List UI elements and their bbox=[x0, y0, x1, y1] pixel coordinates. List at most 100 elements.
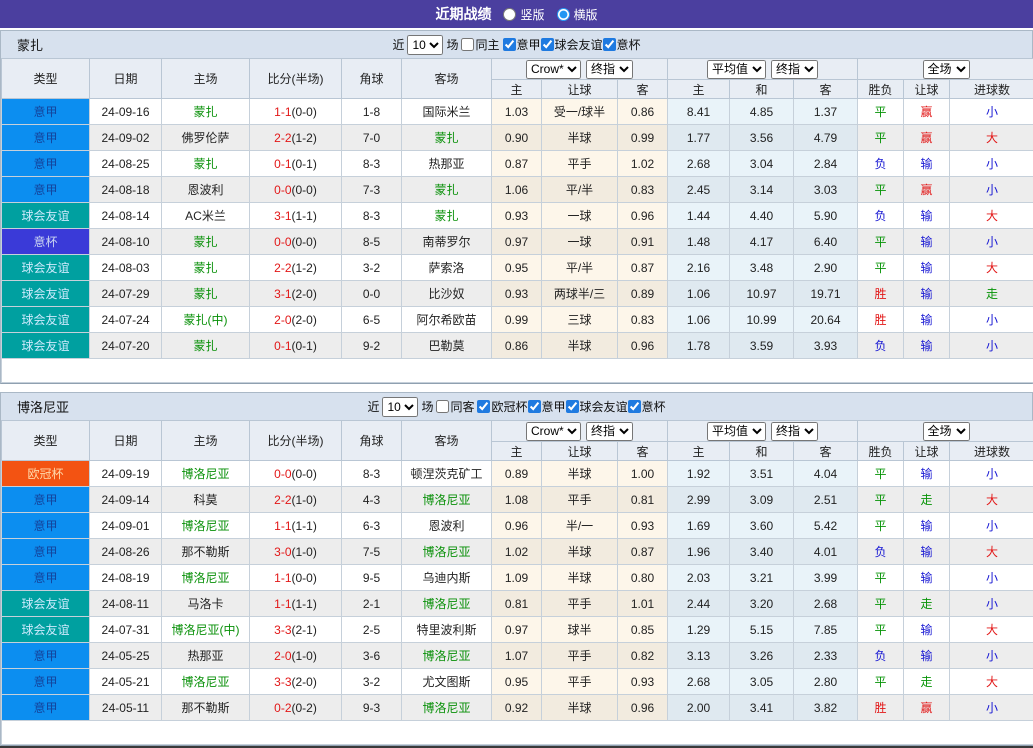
score-cell[interactable]: 3-3(2-0) bbox=[250, 669, 342, 695]
away-team-link[interactable]: 蒙扎 bbox=[402, 177, 492, 203]
home-team-link[interactable]: 蒙扎 bbox=[162, 255, 250, 281]
away-team-link[interactable]: 萨索洛 bbox=[402, 255, 492, 281]
league-checkbox-input[interactable] bbox=[628, 400, 641, 413]
away-odds: 0.87 bbox=[618, 539, 668, 565]
league-checkbox-input[interactable] bbox=[603, 38, 616, 51]
score-cell[interactable]: 2-0(1-0) bbox=[250, 643, 342, 669]
match-date: 24-05-21 bbox=[90, 669, 162, 695]
home-team-link[interactable]: 博洛尼亚(中) bbox=[162, 617, 250, 643]
score-cell[interactable]: 0-1(0-1) bbox=[250, 151, 342, 177]
home-team-link[interactable]: 那不勒斯 bbox=[162, 539, 250, 565]
home-team-link[interactable]: 热那亚 bbox=[162, 643, 250, 669]
score-cell[interactable]: 2-2(1-0) bbox=[250, 487, 342, 513]
league-filter-checkbox[interactable]: 意杯 bbox=[603, 36, 641, 53]
home-team-link[interactable]: 蒙扎 bbox=[162, 229, 250, 255]
score-cell[interactable]: 0-0(0-0) bbox=[250, 177, 342, 203]
home-team-link[interactable]: 佛罗伦萨 bbox=[162, 125, 250, 151]
score-cell[interactable]: 2-0(2-0) bbox=[250, 307, 342, 333]
score-cell[interactable]: 0-0(0-0) bbox=[250, 229, 342, 255]
home-team-link[interactable]: 蒙扎(中) bbox=[162, 307, 250, 333]
league-filter-checkbox[interactable]: 球会友谊 bbox=[566, 398, 628, 415]
home-team-link[interactable]: 恩波利 bbox=[162, 177, 250, 203]
home-team-link[interactable]: 科莫 bbox=[162, 487, 250, 513]
home-team-link[interactable]: 博洛尼亚 bbox=[162, 669, 250, 695]
score-cell[interactable]: 3-3(2-1) bbox=[250, 617, 342, 643]
recent-games-select[interactable]: 10 bbox=[407, 35, 443, 55]
away-team-link[interactable]: 恩波利 bbox=[402, 513, 492, 539]
home-team-link[interactable]: 博洛尼亚 bbox=[162, 513, 250, 539]
away-team-link[interactable]: 比沙奴 bbox=[402, 281, 492, 307]
score-cell[interactable]: 0-2(0-2) bbox=[250, 695, 342, 721]
horizontal-radio-input[interactable] bbox=[557, 8, 570, 21]
score-cell[interactable]: 0-0(0-0) bbox=[250, 461, 342, 487]
final-index-select-2[interactable]: 终指 bbox=[771, 60, 818, 79]
result-handicap: 走 bbox=[904, 487, 950, 513]
score-cell[interactable]: 1-1(0-0) bbox=[250, 565, 342, 591]
scope-select[interactable]: 全场 bbox=[923, 422, 970, 441]
away-team-link[interactable]: 热那亚 bbox=[402, 151, 492, 177]
recent-games-select[interactable]: 10 bbox=[382, 397, 418, 417]
league-filter-checkbox[interactable]: 意杯 bbox=[628, 398, 666, 415]
league-checkbox-input[interactable] bbox=[541, 38, 554, 51]
away-team-link[interactable]: 博洛尼亚 bbox=[402, 591, 492, 617]
away-team-link[interactable]: 阿尔希欧苗 bbox=[402, 307, 492, 333]
home-team-link[interactable]: 蒙扎 bbox=[162, 281, 250, 307]
odds-company-select[interactable]: Crow* bbox=[526, 422, 581, 441]
home-team-link[interactable]: 蒙扎 bbox=[162, 151, 250, 177]
league-filter-checkbox[interactable]: 球会友谊 bbox=[541, 36, 603, 53]
average-odds-select[interactable]: 平均值 bbox=[707, 422, 766, 441]
away-team-link[interactable]: 顿涅茨克矿工 bbox=[402, 461, 492, 487]
result-goals: 大 bbox=[950, 203, 1033, 229]
score-cell[interactable]: 2-2(1-2) bbox=[250, 125, 342, 151]
home-team-link[interactable]: 马洛卡 bbox=[162, 591, 250, 617]
away-team-link[interactable]: 博洛尼亚 bbox=[402, 539, 492, 565]
score-cell[interactable]: 1-1(0-0) bbox=[250, 99, 342, 125]
away-team-link[interactable]: 博洛尼亚 bbox=[402, 695, 492, 721]
col-avg-away: 客 bbox=[794, 442, 858, 461]
league-checkbox-input[interactable] bbox=[566, 400, 579, 413]
score-cell[interactable]: 3-0(1-0) bbox=[250, 539, 342, 565]
away-team-link[interactable]: 尤文图斯 bbox=[402, 669, 492, 695]
league-checkbox-input[interactable] bbox=[503, 38, 516, 51]
same-side-input[interactable] bbox=[436, 400, 449, 413]
away-team-link[interactable]: 博洛尼亚 bbox=[402, 487, 492, 513]
away-team-link[interactable]: 博洛尼亚 bbox=[402, 643, 492, 669]
layout-horizontal-option[interactable]: 横版 bbox=[557, 6, 598, 23]
odds-company-select[interactable]: Crow* bbox=[526, 60, 581, 79]
layout-vertical-option[interactable]: 竖版 bbox=[503, 6, 544, 23]
score-cell[interactable]: 2-2(1-2) bbox=[250, 255, 342, 281]
score-cell[interactable]: 3-1(1-1) bbox=[250, 203, 342, 229]
away-team-link[interactable]: 蒙扎 bbox=[402, 125, 492, 151]
league-checkbox-input[interactable] bbox=[528, 400, 541, 413]
home-team-link[interactable]: 博洛尼亚 bbox=[162, 565, 250, 591]
league-filter-checkbox[interactable]: 意甲 bbox=[503, 36, 541, 53]
away-team-link[interactable]: 蒙扎 bbox=[402, 203, 492, 229]
scope-select[interactable]: 全场 bbox=[923, 60, 970, 79]
vertical-radio-input[interactable] bbox=[503, 8, 516, 21]
home-team-link[interactable]: 那不勒斯 bbox=[162, 695, 250, 721]
same-side-checkbox[interactable]: 同客 bbox=[436, 398, 474, 415]
league-filter-checkbox[interactable]: 意甲 bbox=[528, 398, 566, 415]
away-team-link[interactable]: 乌迪内斯 bbox=[402, 565, 492, 591]
same-side-checkbox[interactable]: 同主 bbox=[461, 36, 499, 53]
league-filter-checkbox[interactable]: 欧冠杯 bbox=[477, 398, 527, 415]
score-cell[interactable]: 0-1(0-1) bbox=[250, 333, 342, 359]
away-team-link[interactable]: 特里波利斯 bbox=[402, 617, 492, 643]
away-team-link[interactable]: 南蒂罗尔 bbox=[402, 229, 492, 255]
home-team-link[interactable]: AC米兰 bbox=[162, 203, 250, 229]
average-odds-select[interactable]: 平均值 bbox=[707, 60, 766, 79]
away-team-link[interactable]: 国际米兰 bbox=[402, 99, 492, 125]
home-team-link[interactable]: 蒙扎 bbox=[162, 333, 250, 359]
fulltime-score: 1-1 bbox=[274, 571, 291, 585]
away-team-link[interactable]: 巴勒莫 bbox=[402, 333, 492, 359]
final-index-select[interactable]: 终指 bbox=[586, 422, 633, 441]
league-checkbox-input[interactable] bbox=[477, 400, 490, 413]
home-team-link[interactable]: 博洛尼亚 bbox=[162, 461, 250, 487]
final-index-select[interactable]: 终指 bbox=[586, 60, 633, 79]
home-team-link[interactable]: 蒙扎 bbox=[162, 99, 250, 125]
final-index-select-2[interactable]: 终指 bbox=[771, 422, 818, 441]
score-cell[interactable]: 1-1(1-1) bbox=[250, 513, 342, 539]
score-cell[interactable]: 3-1(2-0) bbox=[250, 281, 342, 307]
same-side-input[interactable] bbox=[461, 38, 474, 51]
score-cell[interactable]: 1-1(1-1) bbox=[250, 591, 342, 617]
